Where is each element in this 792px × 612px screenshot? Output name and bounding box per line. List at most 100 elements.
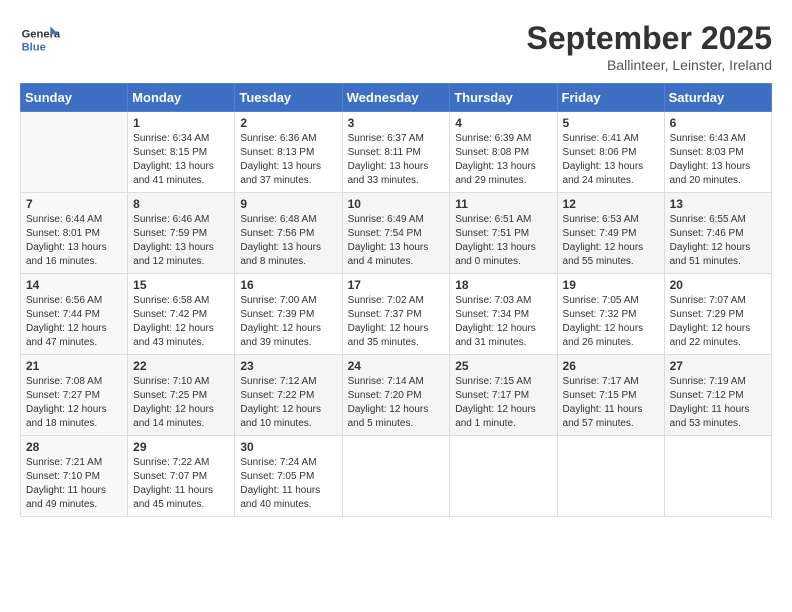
calendar-cell: 17Sunrise: 7:02 AM Sunset: 7:37 PM Dayli… xyxy=(342,274,450,355)
day-of-week-header: Monday xyxy=(128,84,235,112)
calendar-cell: 8 Sunrise: 6:46 AM Sunset: 7:59 PM Daylig… xyxy=(128,193,235,274)
day-info: Sunrise: 7:08 AM Sunset: 7:27 PM Dayligh… xyxy=(26,375,122,431)
logo: General Blue xyxy=(20,20,64,60)
day-number: 8 xyxy=(133,197,229,211)
day-info: Sunrise: 6:36 AM Sunset: 8:13 PM Dayligh… xyxy=(240,132,336,188)
day-number: 10 xyxy=(348,197,445,211)
day-number: 3 xyxy=(348,116,445,130)
day-number: 27 xyxy=(670,359,766,373)
day-info: Sunrise: 6:53 AM Sunset: 7:49 PM Dayligh… xyxy=(563,213,659,269)
day-number: 23 xyxy=(240,359,336,373)
day-info: Sunrise: 7:12 AM Sunset: 7:22 PM Dayligh… xyxy=(240,375,336,431)
calendar-week-row: 1 Sunrise: 6:34 AM Sunset: 8:15 PM Daylig… xyxy=(21,112,772,193)
calendar-cell: 1 Sunrise: 6:34 AM Sunset: 8:15 PM Daylig… xyxy=(128,112,235,193)
day-info: Sunrise: 7:14 AM Sunset: 7:20 PM Dayligh… xyxy=(348,375,445,431)
day-of-week-header: Friday xyxy=(557,84,664,112)
month-title: September 2025 xyxy=(527,20,772,57)
day-number: 22 xyxy=(133,359,229,373)
day-info: Sunrise: 7:15 AM Sunset: 7:17 PM Dayligh… xyxy=(455,375,551,431)
calendar-cell: 13 Sunrise: 6:55 AM Sunset: 7:46 PM Dayli… xyxy=(664,193,771,274)
day-number: 26 xyxy=(563,359,659,373)
day-number: 5 xyxy=(563,116,659,130)
calendar-table: SundayMondayTuesdayWednesdayThursdayFrid… xyxy=(20,83,772,517)
day-info: Sunrise: 6:34 AM Sunset: 8:15 PM Dayligh… xyxy=(133,132,229,188)
day-info: Sunrise: 6:48 AM Sunset: 7:56 PM Dayligh… xyxy=(240,213,336,269)
day-number: 15 xyxy=(133,278,229,292)
calendar-cell: 22 Sunrise: 7:10 AM Sunset: 7:25 PM Dayli… xyxy=(128,355,235,436)
day-number: 6 xyxy=(670,116,766,130)
day-number: 16 xyxy=(240,278,336,292)
location: Ballinteer, Leinster, Ireland xyxy=(527,57,772,73)
calendar-cell: 16 Sunrise: 7:00 AM Sunset: 7:39 PM Dayli… xyxy=(235,274,342,355)
calendar-week-row: 7Sunrise: 6:44 AM Sunset: 8:01 PM Daylig… xyxy=(21,193,772,274)
day-number: 19 xyxy=(563,278,659,292)
day-of-week-header: Thursday xyxy=(450,84,557,112)
calendar-cell: 9Sunrise: 6:48 AM Sunset: 7:56 PM Daylig… xyxy=(235,193,342,274)
day-number: 29 xyxy=(133,440,229,454)
calendar-cell: 19 Sunrise: 7:05 AM Sunset: 7:32 PM Dayli… xyxy=(557,274,664,355)
day-number: 2 xyxy=(240,116,336,130)
calendar-cell: 12 Sunrise: 6:53 AM Sunset: 7:49 PM Dayli… xyxy=(557,193,664,274)
day-info: Sunrise: 7:24 AM Sunset: 7:05 PM Dayligh… xyxy=(240,456,336,512)
day-info: Sunrise: 7:21 AM Sunset: 7:10 PM Dayligh… xyxy=(26,456,122,512)
day-number: 25 xyxy=(455,359,551,373)
calendar-cell: 28Sunrise: 7:21 AM Sunset: 7:10 PM Dayli… xyxy=(21,436,128,517)
calendar-cell: 26 Sunrise: 7:17 AM Sunset: 7:15 PM Dayli… xyxy=(557,355,664,436)
day-number: 12 xyxy=(563,197,659,211)
calendar-cell: 21 Sunrise: 7:08 AM Sunset: 7:27 PM Dayli… xyxy=(21,355,128,436)
day-of-week-header: Tuesday xyxy=(235,84,342,112)
day-info: Sunrise: 7:05 AM Sunset: 7:32 PM Dayligh… xyxy=(563,294,659,350)
day-number: 1 xyxy=(133,116,229,130)
calendar-week-row: 28Sunrise: 7:21 AM Sunset: 7:10 PM Dayli… xyxy=(21,436,772,517)
calendar-week-row: 21 Sunrise: 7:08 AM Sunset: 7:27 PM Dayli… xyxy=(21,355,772,436)
calendar-cell: 29 Sunrise: 7:22 AM Sunset: 7:07 PM Dayli… xyxy=(128,436,235,517)
calendar-cell: 7Sunrise: 6:44 AM Sunset: 8:01 PM Daylig… xyxy=(21,193,128,274)
calendar-cell: 30 Sunrise: 7:24 AM Sunset: 7:05 PM Dayli… xyxy=(235,436,342,517)
svg-text:Blue: Blue xyxy=(22,41,46,53)
calendar-cell: 6Sunrise: 6:43 AM Sunset: 8:03 PM Daylig… xyxy=(664,112,771,193)
calendar-cell: 10 Sunrise: 6:49 AM Sunset: 7:54 PM Dayli… xyxy=(342,193,450,274)
day-number: 30 xyxy=(240,440,336,454)
day-info: Sunrise: 6:49 AM Sunset: 7:54 PM Dayligh… xyxy=(348,213,445,269)
day-number: 4 xyxy=(455,116,551,130)
day-info: Sunrise: 6:51 AM Sunset: 7:51 PM Dayligh… xyxy=(455,213,551,269)
calendar-cell: 18Sunrise: 7:03 AM Sunset: 7:34 PM Dayli… xyxy=(450,274,557,355)
day-info: Sunrise: 7:00 AM Sunset: 7:39 PM Dayligh… xyxy=(240,294,336,350)
day-info: Sunrise: 7:07 AM Sunset: 7:29 PM Dayligh… xyxy=(670,294,766,350)
calendar-week-row: 14Sunrise: 6:56 AM Sunset: 7:44 PM Dayli… xyxy=(21,274,772,355)
day-number: 21 xyxy=(26,359,122,373)
calendar-cell: 11 Sunrise: 6:51 AM Sunset: 7:51 PM Dayli… xyxy=(450,193,557,274)
calendar-cell: 24Sunrise: 7:14 AM Sunset: 7:20 PM Dayli… xyxy=(342,355,450,436)
calendar-cell xyxy=(21,112,128,193)
day-number: 13 xyxy=(670,197,766,211)
day-info: Sunrise: 7:17 AM Sunset: 7:15 PM Dayligh… xyxy=(563,375,659,431)
day-info: Sunrise: 7:22 AM Sunset: 7:07 PM Dayligh… xyxy=(133,456,229,512)
header-row: SundayMondayTuesdayWednesdayThursdayFrid… xyxy=(21,84,772,112)
calendar-cell xyxy=(664,436,771,517)
calendar-cell xyxy=(450,436,557,517)
day-info: Sunrise: 6:55 AM Sunset: 7:46 PM Dayligh… xyxy=(670,213,766,269)
calendar-cell: 27 Sunrise: 7:19 AM Sunset: 7:12 PM Dayli… xyxy=(664,355,771,436)
page-header: General Blue September 2025 Ballinteer, … xyxy=(20,20,772,73)
day-info: Sunrise: 6:39 AM Sunset: 8:08 PM Dayligh… xyxy=(455,132,551,188)
day-of-week-header: Sunday xyxy=(21,84,128,112)
calendar-cell xyxy=(557,436,664,517)
day-info: Sunrise: 7:10 AM Sunset: 7:25 PM Dayligh… xyxy=(133,375,229,431)
day-number: 7 xyxy=(26,197,122,211)
calendar-cell: 14Sunrise: 6:56 AM Sunset: 7:44 PM Dayli… xyxy=(21,274,128,355)
day-number: 17 xyxy=(348,278,445,292)
logo-icon: General Blue xyxy=(20,20,60,60)
calendar-cell: 5Sunrise: 6:41 AM Sunset: 8:06 PM Daylig… xyxy=(557,112,664,193)
day-number: 11 xyxy=(455,197,551,211)
day-info: Sunrise: 6:56 AM Sunset: 7:44 PM Dayligh… xyxy=(26,294,122,350)
day-info: Sunrise: 7:19 AM Sunset: 7:12 PM Dayligh… xyxy=(670,375,766,431)
day-info: Sunrise: 6:37 AM Sunset: 8:11 PM Dayligh… xyxy=(348,132,445,188)
calendar-cell: 20Sunrise: 7:07 AM Sunset: 7:29 PM Dayli… xyxy=(664,274,771,355)
calendar-cell xyxy=(342,436,450,517)
calendar-cell: 25 Sunrise: 7:15 AM Sunset: 7:17 PM Dayli… xyxy=(450,355,557,436)
day-number: 18 xyxy=(455,278,551,292)
calendar-cell: 3 Sunrise: 6:37 AM Sunset: 8:11 PM Daylig… xyxy=(342,112,450,193)
day-info: Sunrise: 6:46 AM Sunset: 7:59 PM Dayligh… xyxy=(133,213,229,269)
calendar-cell: 4 Sunrise: 6:39 AM Sunset: 8:08 PM Daylig… xyxy=(450,112,557,193)
calendar-cell: 2 Sunrise: 6:36 AM Sunset: 8:13 PM Daylig… xyxy=(235,112,342,193)
